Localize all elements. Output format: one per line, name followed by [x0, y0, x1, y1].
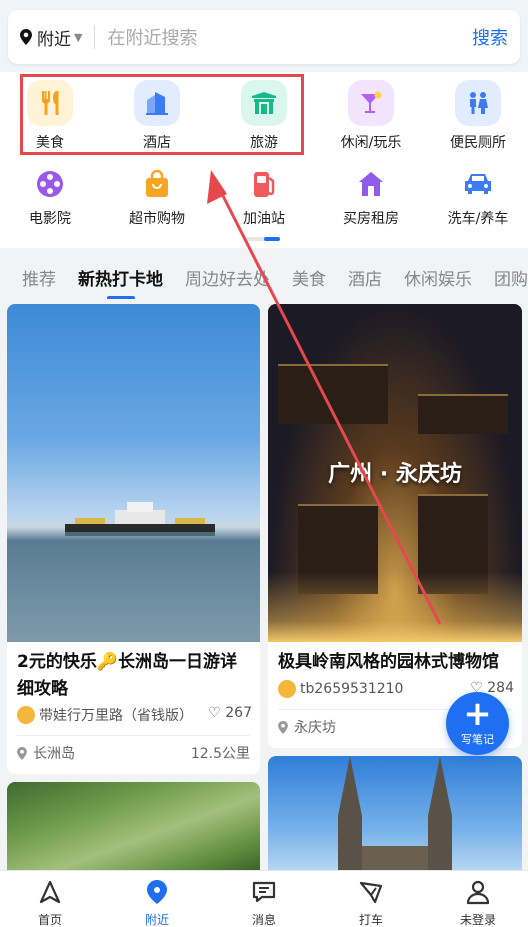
card-author: tb2659531210 — [278, 680, 403, 698]
category-car-wash[interactable]: 洗车/养车 — [428, 166, 528, 228]
author-name: 带娃行万里路（省钱版） — [39, 708, 193, 724]
cocktail-icon — [348, 80, 394, 126]
card-place: 永庆坊 — [278, 717, 336, 737]
distance: 12.5公里 — [190, 746, 250, 762]
category-travel[interactable]: 旅游 — [214, 80, 314, 152]
location-pin-icon — [278, 720, 288, 734]
card-photo — [7, 304, 260, 642]
category-food[interactable]: 美食 — [0, 80, 100, 152]
ferry-image — [65, 502, 215, 536]
feed-card[interactable]: 2元的快乐🔑长洲岛一日游详细攻略 带娃行万里路（省钱版） ♡ 267 长洲岛 1… — [7, 304, 260, 774]
taxi-icon — [359, 881, 383, 904]
search-button[interactable]: 搜索 — [472, 24, 508, 50]
tab-food[interactable]: 美食 — [292, 265, 326, 290]
card-title: 2元的快乐🔑长洲岛一日游详细攻略 — [17, 652, 237, 699]
tab-hotel[interactable]: 酒店 — [348, 265, 382, 290]
church-image — [338, 756, 452, 882]
category-restroom[interactable]: 便民厕所 — [428, 80, 528, 152]
tab-group-buy[interactable]: 团购 — [494, 265, 528, 290]
divider — [17, 735, 250, 736]
category-leisure[interactable]: 休闲/玩乐 — [321, 80, 421, 152]
message-icon — [252, 881, 276, 903]
place-name: 长洲岛 — [33, 746, 75, 762]
card-photo — [7, 782, 260, 882]
nav-label: 首页 — [37, 913, 62, 927]
category-label: 买房租房 — [343, 211, 399, 227]
card-title: 极具岭南风格的园林式博物馆 — [278, 652, 499, 672]
photo-caption: 广州 · 永庆坊 — [328, 462, 462, 487]
tab-recommend[interactable]: 推荐 — [22, 265, 56, 290]
search-bar: 附近 ▼ 在附近搜索 搜索 — [8, 10, 520, 64]
like-count[interactable]: ♡ 267 — [208, 705, 252, 721]
tab-entertainment[interactable]: 休闲娱乐 — [404, 265, 472, 290]
place-name: 永庆坊 — [294, 720, 336, 736]
user-icon — [466, 880, 490, 905]
tab-hot-spots[interactable]: 新热打卡地 — [78, 265, 163, 299]
feed-card[interactable] — [7, 782, 260, 882]
search-input[interactable]: 在附近搜索 — [107, 24, 472, 50]
category-label: 洗车/养车 — [447, 211, 509, 227]
category-real-estate[interactable]: 买房租房 — [321, 166, 421, 228]
category-label: 超市购物 — [129, 211, 185, 227]
avatar — [278, 680, 296, 698]
nav-label: 消息 — [251, 913, 276, 927]
heart-icon: ♡ — [208, 705, 221, 721]
nav-messages[interactable]: 消息 — [224, 879, 304, 927]
category-label: 旅游 — [250, 135, 278, 151]
location-pin-icon — [17, 746, 27, 760]
card-place: 长洲岛 — [17, 743, 75, 763]
shopping-bag-icon — [139, 166, 175, 202]
chevron-down-icon: ▼ — [74, 30, 83, 44]
tab-bar: 推荐 新热打卡地 周边好去处 美食 酒店 休闲娱乐 团购 — [0, 255, 528, 299]
card-author: 带娃行万里路（省钱版） — [17, 705, 193, 725]
film-reel-icon — [32, 166, 68, 202]
house-icon — [353, 166, 389, 202]
category-cinema[interactable]: 电影院 — [0, 166, 100, 228]
category-gas-station[interactable]: 加油站 — [214, 166, 314, 228]
location-pin-icon — [147, 880, 167, 904]
car-icon — [460, 166, 496, 202]
bottom-nav: 首页 附近 消息 打车 未登录 — [0, 870, 528, 927]
feed-card[interactable]: 广州 · 永庆坊 极具岭南风格的园林式博物馆 tb2659531210 ♡ 28… — [268, 304, 522, 748]
location-pin-icon — [20, 29, 32, 45]
author-name: tb2659531210 — [300, 681, 404, 697]
fork-knife-icon — [27, 80, 73, 126]
nav-label: 附近 — [144, 913, 169, 927]
nav-label: 未登录 — [459, 913, 496, 927]
category-label: 电影院 — [29, 211, 71, 227]
category-label: 便民厕所 — [450, 135, 506, 151]
category-label: 加油站 — [243, 211, 285, 227]
nav-nearby[interactable]: 附近 — [117, 879, 197, 927]
divider — [94, 25, 96, 49]
category-supermarket[interactable]: 超市购物 — [107, 166, 207, 228]
category-hotel[interactable]: 酒店 — [107, 80, 207, 152]
card-photo — [268, 756, 522, 882]
location-label: 附近 — [37, 29, 71, 50]
write-note-button[interactable]: + 写笔记 — [446, 692, 509, 755]
nav-profile[interactable]: 未登录 — [438, 879, 518, 927]
feed-card[interactable] — [268, 756, 522, 882]
gate-icon — [241, 80, 287, 126]
nav-taxi[interactable]: 打车 — [331, 879, 411, 927]
likes-value: 267 — [225, 705, 252, 721]
location-selector[interactable]: 附近 ▼ — [20, 25, 82, 50]
plus-icon: + — [463, 694, 492, 734]
category-label: 酒店 — [143, 135, 171, 151]
avatar — [17, 706, 35, 724]
gas-pump-icon — [246, 166, 282, 202]
grid-page-indicator — [246, 237, 280, 241]
fab-label: 写笔记 — [461, 733, 494, 746]
building-icon — [134, 80, 180, 126]
nav-home[interactable]: 首页 — [10, 879, 90, 927]
category-label: 美食 — [36, 135, 64, 151]
tab-nearby-places[interactable]: 周边好去处 — [185, 265, 270, 290]
nav-label: 打车 — [358, 913, 383, 927]
category-label: 休闲/玩乐 — [340, 135, 402, 151]
home-triangle-icon — [39, 880, 61, 904]
restroom-icon — [455, 80, 501, 126]
category-grid: 美食 酒店 旅游 休闲/玩乐 便民厕所 电影院 超市购物 加油站 买房租房 洗车… — [0, 72, 528, 248]
